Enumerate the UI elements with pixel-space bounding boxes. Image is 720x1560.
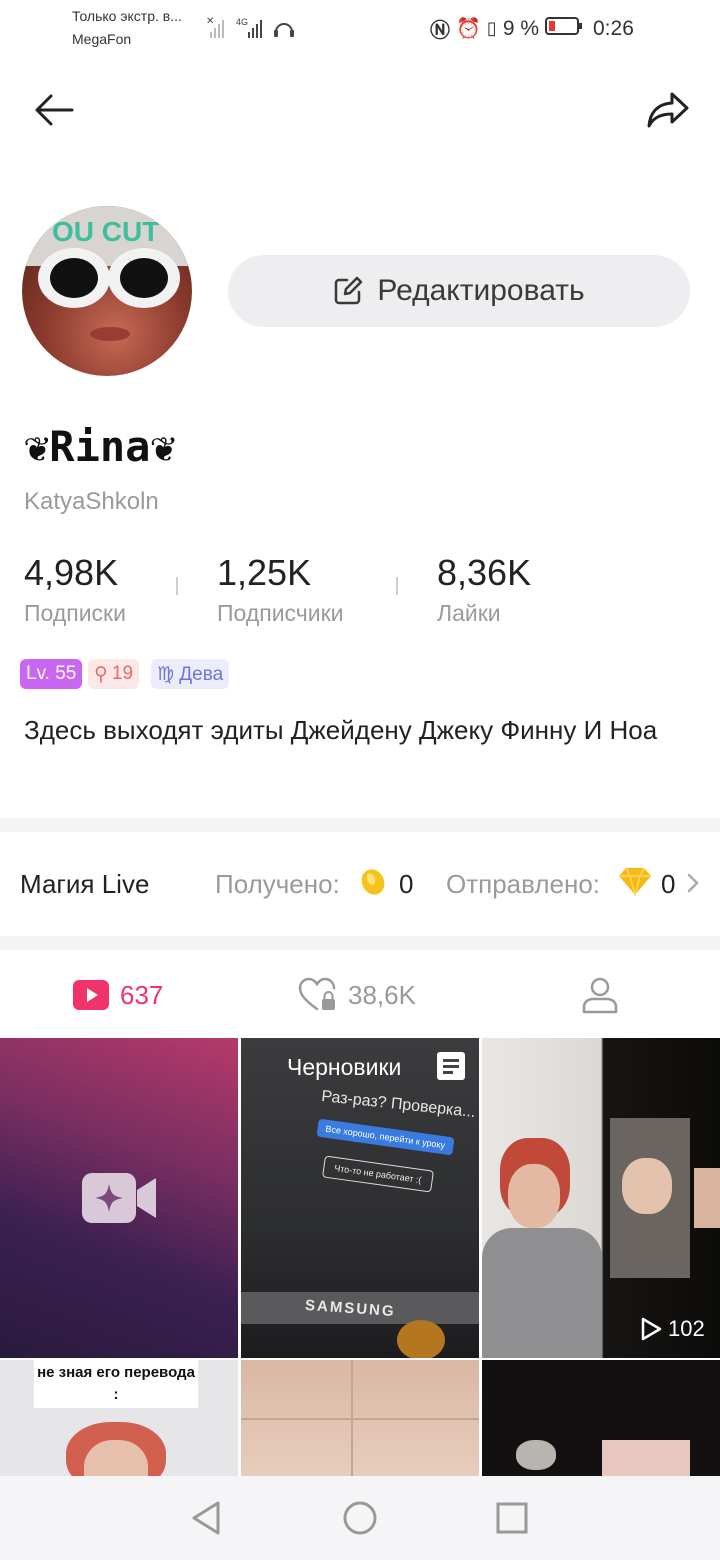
drafts-icon (437, 1052, 465, 1080)
video-tile[interactable]: 102 (482, 1038, 720, 1358)
age-badge: ⚲ 19 (88, 659, 140, 689)
section-divider (0, 936, 720, 950)
age-value: 19 (111, 663, 134, 684)
video-caption: не зная его перевода : (34, 1360, 198, 1408)
heart-lock-icon (298, 977, 336, 1011)
video-tile[interactable]: не зная его перевода : (0, 1360, 238, 1478)
signal-icon: ✕ 4G (206, 14, 298, 45)
received-label: Получено: (215, 869, 340, 899)
stat-likes-label: Лайки (437, 600, 501, 626)
level-badge[interactable]: Lv. 55 (20, 659, 83, 689)
magic-live-title: Магия Live (20, 869, 150, 899)
edit-profile-button[interactable]: Редактировать (228, 255, 690, 327)
divider (176, 577, 178, 595)
stat-following-value: 4,98K (24, 552, 119, 593)
bio: Здесь выходят эдиты Джейдену Джеку Финну… (24, 715, 658, 745)
person-icon (582, 977, 618, 1014)
section-divider (0, 818, 720, 832)
edit-icon (335, 276, 363, 305)
stat-likes-value: 8,36K (437, 552, 532, 593)
nav-back-icon[interactable] (190, 1500, 222, 1536)
video-tile[interactable] (482, 1360, 720, 1478)
nfc-icon: Ⓝ (430, 20, 450, 42)
nav-recents-icon[interactable] (496, 1502, 528, 1534)
username[interactable]: KatyaShkoln (24, 488, 159, 516)
back-button[interactable] (24, 80, 84, 140)
tab-liked-count: 38,6K (348, 979, 416, 1010)
stat-followers-label: Подписчики (217, 600, 344, 626)
arrow-left-icon (35, 94, 74, 126)
draft-overlay-button: Все хорошо, перейти к уроку (316, 1118, 455, 1156)
sent-label: Отправлено: (446, 869, 601, 899)
drafts-label: Черновики (287, 1054, 402, 1080)
status-bar: Только экстр. в... MegaFon ✕ 4G Ⓝ ⏰ ▯ 9 … (0, 0, 720, 56)
draft-overlay-text: Раз-раз? Проверка... (320, 1087, 477, 1122)
tab-liked[interactable]: 38,6K (298, 972, 416, 1018)
stat-followers[interactable]: 1,25K Подписчики (217, 552, 344, 627)
alarm-icon: ⏰ (456, 18, 481, 40)
video-tile[interactable] (241, 1360, 479, 1478)
video-camera-sparkle-icon (82, 1173, 156, 1223)
share-arrow-icon (647, 92, 689, 128)
create-video-tile[interactable] (0, 1038, 238, 1358)
nickname: ❦Rina❦ (24, 422, 176, 471)
video-play-icon (73, 980, 109, 1010)
diamond-icon (618, 866, 652, 901)
battery-icon (545, 16, 583, 41)
received-value: 0 (399, 869, 414, 899)
sent-value: 0 (661, 869, 676, 899)
avatar-caption: OU CUT (52, 216, 159, 247)
carrier-text: Только экстр. в... (72, 8, 182, 24)
carrier-name: MegaFon (72, 31, 132, 47)
stat-following[interactable]: 4,98K Подписки (24, 552, 126, 627)
share-button[interactable] (638, 80, 698, 140)
stat-likes[interactable]: 8,36K Лайки (437, 552, 531, 627)
svg-text:4G: 4G (236, 17, 248, 27)
system-nav-bar (0, 1476, 720, 1560)
tab-videos-count: 637 (120, 979, 164, 1010)
edit-button-label: Редактировать (377, 274, 585, 307)
draft-overlay-button: Что-то не работает :( (322, 1155, 434, 1193)
drafts-tile[interactable]: Черновики Раз-раз? Проверка... Все хорош… (241, 1038, 479, 1358)
coin-icon (358, 866, 388, 903)
view-count-value: 102 (668, 1316, 705, 1341)
chevron-right-icon (686, 872, 700, 899)
avatar-image: OU CUT (22, 206, 192, 341)
zodiac-badge: ♍ Дева (151, 659, 230, 689)
stat-following-label: Подписки (24, 600, 126, 626)
battery-percent: 9 % (502, 16, 539, 40)
tab-profile[interactable] (580, 972, 620, 1018)
view-count: 102 (640, 1316, 705, 1342)
svg-text:✕: ✕ (206, 16, 214, 27)
divider (396, 577, 398, 595)
gender-icon: ⚲ (94, 663, 108, 685)
avatar[interactable]: OU CUT (22, 206, 192, 376)
stat-followers-value: 1,25K (217, 552, 312, 593)
clock: 0:26 (593, 16, 634, 40)
vibrate-icon: ▯ (486, 18, 497, 38)
nav-home-icon[interactable] (342, 1500, 378, 1536)
tab-videos[interactable]: 637 (72, 972, 163, 1018)
play-outline-icon (641, 1317, 662, 1341)
